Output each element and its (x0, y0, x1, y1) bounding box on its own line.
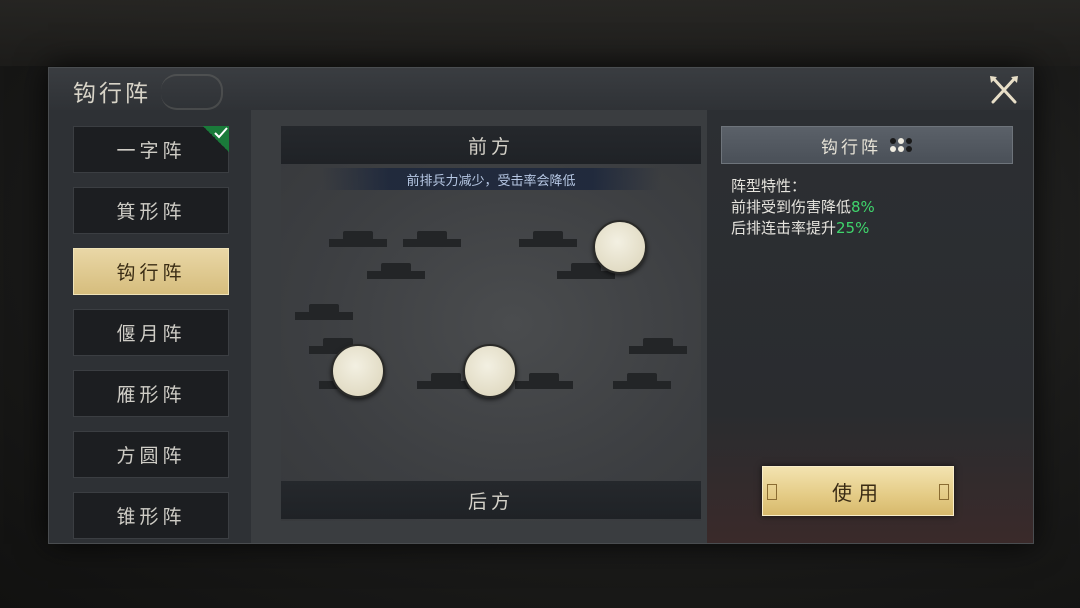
traits-label: 阵型特性： (731, 177, 807, 195)
empty-slot[interactable] (295, 304, 353, 320)
formation-dots-icon (890, 138, 912, 152)
close-x-icon (990, 76, 1018, 104)
formation-item-fangyuan[interactable]: 方圆阵 (73, 431, 229, 478)
formation-item-yizi[interactable]: 一字阵 (73, 126, 229, 173)
empty-slot[interactable] (613, 373, 671, 389)
empty-slot[interactable] (367, 263, 425, 279)
formation-board-panel: 前方 前排兵力减少，受击率会降低 后方 (251, 110, 707, 543)
formation-info-panel: 钩行阵 阵型特性： 前排受到伤害降低8% 后排连击率提升25% 使用 (707, 110, 1033, 543)
trait-1-value: 8% (851, 198, 875, 216)
front-label: 前方 (281, 126, 701, 164)
formation-item-label: 钩行阵 (116, 262, 186, 284)
formation-board: 前方 前排兵力减少，受击率会降低 后方 (281, 126, 701, 521)
use-button[interactable]: 使用 (762, 466, 954, 516)
formation-item-yanxing[interactable]: 雁形阵 (73, 370, 229, 417)
empty-slot[interactable] (519, 231, 577, 247)
button-ornament (767, 484, 777, 500)
background-scene (0, 0, 1080, 66)
formation-item-label: 方圆阵 (116, 445, 186, 467)
empty-slot[interactable] (403, 231, 461, 247)
info-header: 钩行阵 (721, 126, 1013, 164)
unit-token[interactable] (593, 220, 647, 274)
trait-2-text: 后排连击率提升 (731, 219, 837, 237)
formation-item-label: 箕形阵 (116, 201, 186, 223)
formation-item-label: 偃月阵 (116, 323, 186, 345)
empty-slot[interactable] (515, 373, 573, 389)
formation-item-jixing[interactable]: 箕形阵 (73, 187, 229, 234)
trait-1-text: 前排受到伤害降低 (731, 198, 852, 216)
use-button-label: 使用 (832, 480, 884, 505)
back-label: 后方 (281, 481, 701, 519)
formation-item-label: 雁形阵 (116, 384, 186, 406)
formation-dialog: 钩行阵 一字阵 箕形阵 钩行阵 偃月阵 雁形阵 方圆阵 锥形阵 前方 前排兵力减… (48, 67, 1034, 544)
empty-slot[interactable] (629, 338, 687, 354)
empty-slot[interactable] (329, 231, 387, 247)
formation-item-label: 锥形阵 (116, 506, 186, 528)
button-ornament (939, 484, 949, 500)
checkmark-icon (214, 127, 228, 139)
dialog-title: 钩行阵 (73, 81, 151, 107)
trait-line-2: 后排连击率提升25% (731, 218, 1011, 239)
formation-item-zhuixing[interactable]: 锥形阵 (73, 492, 229, 539)
formation-item-label: 一字阵 (116, 140, 186, 162)
close-button[interactable] (987, 74, 1021, 106)
formation-item-gouxing[interactable]: 钩行阵 (73, 248, 229, 295)
unit-token[interactable] (331, 344, 385, 398)
formation-item-yanyue[interactable]: 偃月阵 (73, 309, 229, 356)
unit-token[interactable] (463, 344, 517, 398)
check-badge (203, 126, 229, 152)
front-hint: 前排兵力减少，受击率会降低 (321, 168, 661, 190)
info-header-title: 钩行阵 (821, 137, 881, 158)
title-ornament (161, 74, 223, 110)
trait-2-value: 25% (836, 219, 870, 237)
trait-line-1: 前排受到伤害降低8% (731, 197, 1011, 218)
formation-list: 一字阵 箕形阵 钩行阵 偃月阵 雁形阵 方圆阵 锥形阵 (49, 110, 251, 543)
dialog-title-bar: 钩行阵 (49, 68, 1033, 111)
info-text: 阵型特性： 前排受到伤害降低8% 后排连击率提升25% (731, 176, 1011, 239)
